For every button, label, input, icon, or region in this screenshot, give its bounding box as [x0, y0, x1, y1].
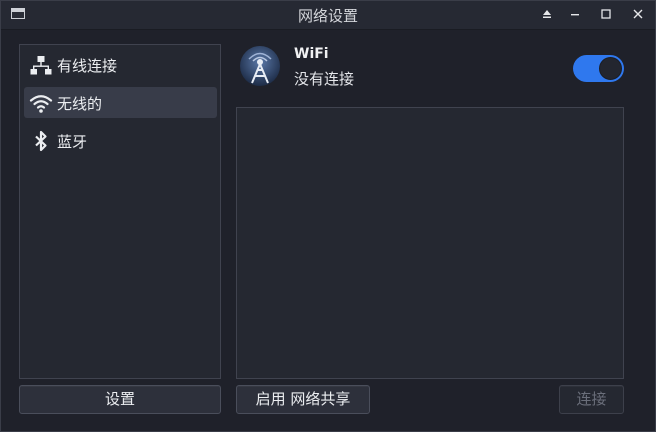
wifi-tower-icon [239, 45, 281, 87]
sidebar-item-label: 蓝牙 [57, 133, 88, 151]
wifi-toggle[interactable] [573, 55, 624, 82]
sidebar-item-label: 无线的 [57, 95, 103, 113]
sidebar-item-wireless[interactable]: 无线的 [24, 87, 217, 118]
sidebar-item-bluetooth[interactable]: 蓝牙 [24, 125, 217, 156]
connect-button[interactable]: 连接 [559, 385, 624, 414]
wired-network-icon [29, 53, 53, 77]
eject-icon[interactable] [536, 5, 558, 25]
sidebar-item-label: 有线连接 [57, 57, 118, 75]
bluetooth-icon [29, 129, 53, 153]
wifi-icon [29, 91, 53, 115]
sidebar-item-wired[interactable]: 有线连接 [24, 49, 217, 80]
settings-button[interactable]: 设置 [19, 385, 221, 414]
connection-type-list: 有线连接 无线的 蓝牙 [19, 44, 221, 379]
minimize-icon[interactable] [564, 5, 586, 25]
wifi-connection-status: 没有连接 [294, 70, 355, 88]
enable-sharing-button[interactable]: 启用 网络共享 [236, 385, 370, 414]
close-icon[interactable] [627, 5, 649, 25]
wifi-title: WiFi [294, 46, 329, 62]
toggle-knob [599, 57, 622, 80]
wifi-network-list[interactable] [236, 107, 624, 379]
maximize-icon[interactable] [595, 5, 617, 25]
network-settings-window: 网络设置 有线连接 无线的 蓝牙 WiFi 没有连接 设置 启用 网络共享 连接 [0, 0, 656, 432]
title-bar[interactable]: 网络设置 [1, 1, 655, 30]
